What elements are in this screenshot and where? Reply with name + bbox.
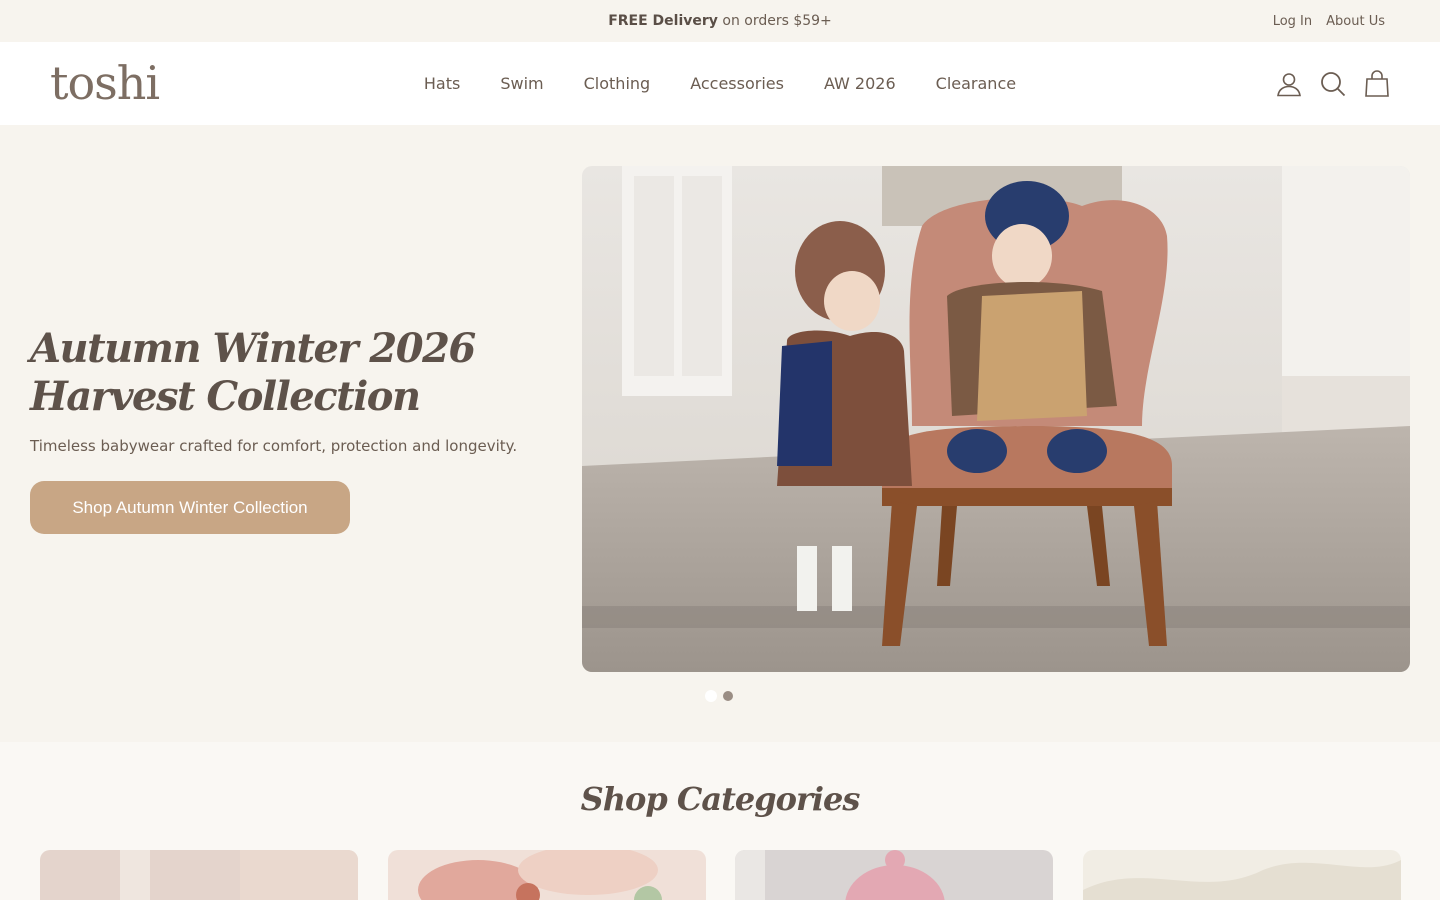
hero-title: Autumn Winter 2026 Harvest Collection [30,325,476,420]
hero-banner: Autumn Winter 2026 Harvest Collection Ti… [0,125,1440,742]
nav-item-hats[interactable]: Hats [424,74,460,93]
announcement-bar: FREE Delivery on orders $59+ Log In Abou… [0,0,1440,42]
nav-item-clothing[interactable]: Clothing [584,74,651,93]
header-icons [1276,42,1390,125]
shop-collection-button[interactable]: Shop Autumn Winter Collection [30,481,350,534]
search-icon[interactable] [1320,71,1346,97]
login-link[interactable]: Log In [1273,14,1312,29]
hero-subtitle: Timeless babywear crafted for comfort, p… [30,437,518,455]
utility-links: Log In About Us [1273,0,1385,42]
account-icon[interactable] [1276,71,1302,97]
main-nav: Hats Swim Clothing Accessories AW 2026 C… [0,42,1440,125]
hero-text-block: Autumn Winter 2026 Harvest Collection Ti… [30,325,550,534]
category-card-1[interactable] [40,850,358,900]
slide-dot-1[interactable] [705,690,717,702]
category-card-4[interactable] [1083,850,1401,900]
categories-title: Shop Categories [580,780,861,818]
cart-bag-icon[interactable] [1364,69,1390,97]
slide-dot-2[interactable] [723,691,733,701]
about-link[interactable]: About Us [1326,14,1385,29]
site-header: toshi Hats Swim Clothing Accessories AW … [0,42,1440,125]
nav-item-accessories[interactable]: Accessories [690,74,784,93]
slider-dots [705,690,733,702]
nav-item-clearance[interactable]: Clearance [936,74,1016,93]
category-card-2[interactable] [388,850,706,900]
shop-categories-section: Shop Categories [0,742,1440,900]
nav-item-aw-2026[interactable]: AW 2026 [824,74,896,93]
category-card-3[interactable] [735,850,1053,900]
nav-item-swim[interactable]: Swim [500,74,543,93]
promo-text: FREE Delivery on orders $59+ [608,13,832,29]
hero-photo[interactable] [582,166,1410,672]
